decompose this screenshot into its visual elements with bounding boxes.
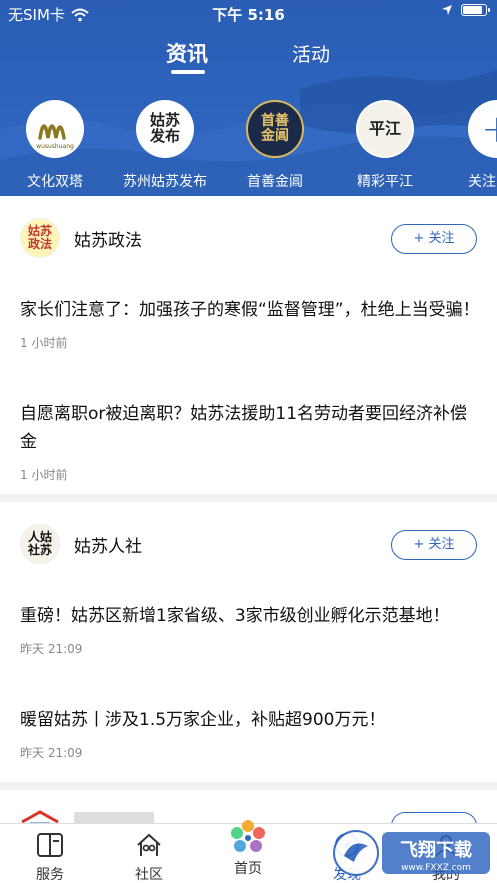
watermark-logo-icon: 飞翔下载 www.FXXZ.com: [333, 830, 490, 876]
article-time: 1 小时前: [20, 336, 68, 350]
top-tabs: 资讯 活动: [0, 38, 497, 78]
shoushan-jinchang-logo-text: 首善金阊: [261, 113, 289, 144]
tab-label: 服务: [36, 867, 64, 883]
channel-name: 首善金阊: [247, 174, 303, 190]
article-item[interactable]: 暖留姑苏丨涉及1.5万家企业，补贴超900万元！ 昨天 21:09: [20, 706, 480, 761]
card-header[interactable]: 人姑社苏 姑苏人社: [20, 524, 142, 564]
follow-button[interactable]: + 关注: [391, 224, 477, 254]
channel-name: 精彩平江: [357, 174, 413, 190]
tab-home[interactable]: 首页: [213, 818, 283, 878]
channel-name: 苏州姑苏发布: [123, 174, 207, 190]
article-title: 自愿离职or被迫离职？姑苏法援助11名劳动者要回经济补偿金: [20, 404, 468, 452]
channel-gusu-fabu[interactable]: 姑苏发布 苏州姑苏发布: [110, 100, 220, 191]
active-tab-indicator: [171, 70, 205, 74]
article-title: 暖留姑苏丨涉及1.5万家企业，补贴超900万元！: [20, 710, 386, 730]
tab-news[interactable]: 资讯: [166, 38, 208, 68]
svg-text:wusushuang: wusushuang: [36, 143, 74, 150]
avatar-text: 姑苏政法: [27, 224, 52, 251]
status-bar: 无SIM卡 下午 5:16: [0, 0, 497, 26]
plus-icon: +: [481, 110, 497, 148]
article-title: 家长们注意了：加强孩子的寒假“监督管理”，杜绝上当受骗！: [20, 300, 480, 320]
header: 无SIM卡 下午 5:16 资讯 活动 wusushuang 文化双塔 姑苏发布…: [0, 0, 497, 196]
article-item[interactable]: 重磅！姑苏区新增1家省级、3家市级创业孵化示范基地！ 昨天 21:09: [20, 602, 480, 657]
article-title: 重磅！姑苏区新增1家省级、3家市级创业孵化示范基地！: [20, 606, 450, 626]
pingjiang-logo-text: 平江: [368, 118, 401, 138]
book-icon: [37, 833, 63, 857]
tab-community[interactable]: 社区: [114, 832, 184, 883]
source-name: 姑苏人社: [74, 536, 142, 557]
tab-label: 社区: [135, 867, 163, 883]
article-time: 昨天 21:09: [20, 642, 83, 656]
home-flower-icon: [231, 820, 265, 852]
feed: 姑苏政法 姑苏政法 + 关注 家长们注意了：加强孩子的寒假“监督管理”，杜绝上当…: [0, 196, 497, 823]
tab-activities[interactable]: 活动: [292, 40, 330, 67]
channel-follow-more[interactable]: + 关注: [440, 100, 497, 191]
wenhua-shuangta-logo-icon: wusushuang: [36, 124, 74, 150]
article-item[interactable]: 自愿离职or被迫离职？姑苏法援助11名劳动者要回经济补偿金 1 小时前: [20, 400, 480, 483]
avatar-text: 人姑社苏: [27, 530, 52, 557]
channel-logo: 平江: [356, 100, 414, 158]
svg-text:飞翔下载: 飞翔下载: [400, 839, 472, 861]
channel-strip: wusushuang 文化双塔 姑苏发布 苏州姑苏发布 首善金阊 首善金阊 平江…: [0, 100, 497, 196]
source-name: 姑苏政法: [74, 230, 142, 251]
feed-card: 姑苏政法 姑苏政法 + 关注 家长们注意了：加强孩子的寒假“监督管理”，杜绝上当…: [0, 196, 497, 494]
avatar: 姑苏政法: [20, 218, 60, 258]
channel-jingcai-pingjiang[interactable]: 平江 精彩平江: [330, 100, 440, 191]
community-icon: [137, 833, 161, 856]
watermark: 飞翔下载 www.FXXZ.com: [332, 826, 492, 880]
channel-logo: 首善金阊: [246, 100, 304, 158]
status-time: 下午 5:16: [212, 6, 285, 24]
location-arrow-icon: [442, 5, 452, 15]
channel-logo: 姑苏发布: [136, 100, 194, 158]
feed-card: 人姑社苏 姑苏人社 + 关注 重磅！姑苏区新增1家省级、3家市级创业孵化示范基地…: [0, 502, 497, 782]
follow-button-partial[interactable]: [391, 812, 477, 823]
channel-name: 文化双塔: [27, 174, 83, 190]
avatar: 人姑社苏: [20, 524, 60, 564]
card-header[interactable]: 姑苏政法 姑苏政法: [20, 218, 142, 258]
article-time: 1 小时前: [20, 468, 68, 482]
gusu-fabu-logo-text: 姑苏发布: [149, 111, 180, 145]
article-time: 昨天 21:09: [20, 746, 83, 760]
channel-name: 关注: [468, 174, 496, 190]
svg-text:www.FXXZ.com: www.FXXZ.com: [401, 863, 471, 873]
channel-logo: wusushuang: [26, 100, 84, 158]
channel-shoushan-jinchang[interactable]: 首善金阊 首善金阊: [220, 100, 330, 191]
tab-label: 首页: [234, 861, 262, 877]
battery-icon: [461, 4, 490, 16]
follow-more-logo: +: [468, 100, 497, 158]
channel-wenhua-shuangta[interactable]: wusushuang 文化双塔: [0, 100, 110, 191]
source-logo-icon: [21, 810, 59, 823]
source-name-placeholder: [74, 812, 154, 823]
article-item[interactable]: 家长们注意了：加强孩子的寒假“监督管理”，杜绝上当受骗！ 1 小时前: [20, 296, 480, 351]
follow-button[interactable]: + 关注: [391, 530, 477, 560]
tab-service[interactable]: 服务: [15, 832, 85, 883]
